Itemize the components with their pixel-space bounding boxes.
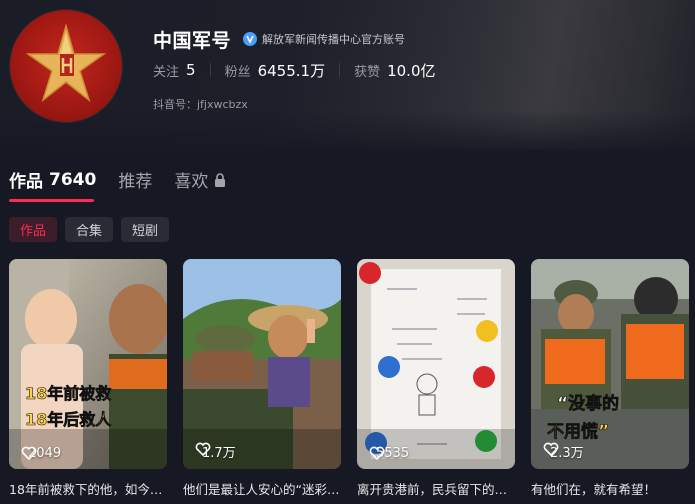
lock-icon (214, 172, 226, 187)
video-thumbnail[interactable]: 18年前被救 18年后救人 2049 (9, 259, 167, 469)
thumbnail-image: 18年前被救 18年后救人 (9, 259, 167, 469)
like-count: 5535 (369, 446, 409, 461)
divider (209, 63, 211, 77)
video-card[interactable]: 1.7万 他们是最让人安心的“迷彩绿” (183, 259, 341, 498)
tab-works[interactable]: 作品 7640 (9, 167, 97, 193)
subtab-short-dramas[interactable]: 短剧 (121, 217, 170, 242)
video-card[interactable]: “没事的 不用慌” 2.3万 有他们在，就有希望！ (531, 259, 689, 498)
video-caption[interactable]: 他们是最让人安心的“迷彩绿” (183, 479, 341, 498)
like-count: 2049 (21, 446, 61, 461)
avatar[interactable] (10, 10, 122, 122)
overlay-line-1: “没事的 (557, 393, 619, 414)
tab-recommend[interactable]: 推荐 (118, 167, 152, 192)
douyin-id: 抖音号：jfjxwcbzx (153, 98, 248, 111)
verified-badge-icon (243, 32, 258, 46)
following-label[interactable]: 关注 (153, 61, 179, 80)
likes-received-count: 10.0亿 (387, 61, 436, 80)
profile-name-row: 中国军号 解放军新闻传播中心官方账号 (153, 26, 405, 52)
video-thumbnail[interactable]: 1.7万 (183, 259, 341, 469)
thumbnail-image: “没事的 不用慌” (531, 259, 689, 469)
video-card[interactable]: 18年前被救 18年后救人 2049 18年前被救下的他，如今成了救人的人 (9, 259, 167, 498)
video-caption[interactable]: 18年前被救下的他，如今成了救人的人 (9, 479, 167, 498)
thumbnail-image (357, 259, 515, 469)
red-star-emblem-icon (25, 23, 107, 103)
overlay-line-1: 18年前被救 (25, 384, 111, 403)
overlay-line-2: 18年后救人 (25, 410, 112, 429)
video-caption[interactable]: 离开贵港前，民兵留下的一封信 (357, 479, 515, 498)
verification-text: 解放军新闻传播中心官方账号 (262, 33, 406, 46)
tab-works-count: 7640 (49, 169, 97, 190)
overlay-line-2: 不用慌” (547, 421, 609, 442)
following-count[interactable]: 5 (186, 61, 196, 79)
profile-stats: 关注 5 粉丝 6455.1万 获赞 10.0亿 (153, 58, 436, 82)
subtab-works[interactable]: 作品 (9, 217, 58, 242)
followers-label[interactable]: 粉丝 (225, 61, 251, 80)
video-thumbnail[interactable]: “没事的 不用慌” 2.3万 (531, 259, 689, 469)
active-tab-indicator (9, 199, 94, 202)
video-thumbnail[interactable]: 5535 (357, 259, 515, 469)
content-tabs: 作品 7640 推荐 喜欢 (9, 164, 248, 192)
video-grid: 18年前被救 18年后救人 2049 18年前被救下的他，如今成了救人的人 (9, 259, 689, 498)
profile-name: 中国军号 (153, 29, 232, 52)
subtabs: 作品 合集 短剧 (9, 217, 177, 242)
tab-recommend-label: 推荐 (118, 172, 153, 192)
divider (339, 63, 341, 77)
video-caption[interactable]: 有他们在，就有希望！ (531, 479, 689, 498)
video-card[interactable]: 5535 离开贵港前，民兵留下的一封信 (357, 259, 515, 498)
like-count: 1.7万 (195, 442, 236, 461)
tab-likes-label: 喜欢 (174, 172, 209, 192)
tab-likes[interactable]: 喜欢 (174, 167, 226, 192)
thumbnail-image (183, 259, 341, 469)
tab-works-label: 作品 (9, 172, 43, 192)
subtab-collections[interactable]: 合集 (65, 217, 114, 242)
like-count: 2.3万 (543, 442, 584, 461)
followers-count[interactable]: 6455.1万 (258, 60, 326, 81)
likes-received-label: 获赞 (354, 64, 381, 80)
